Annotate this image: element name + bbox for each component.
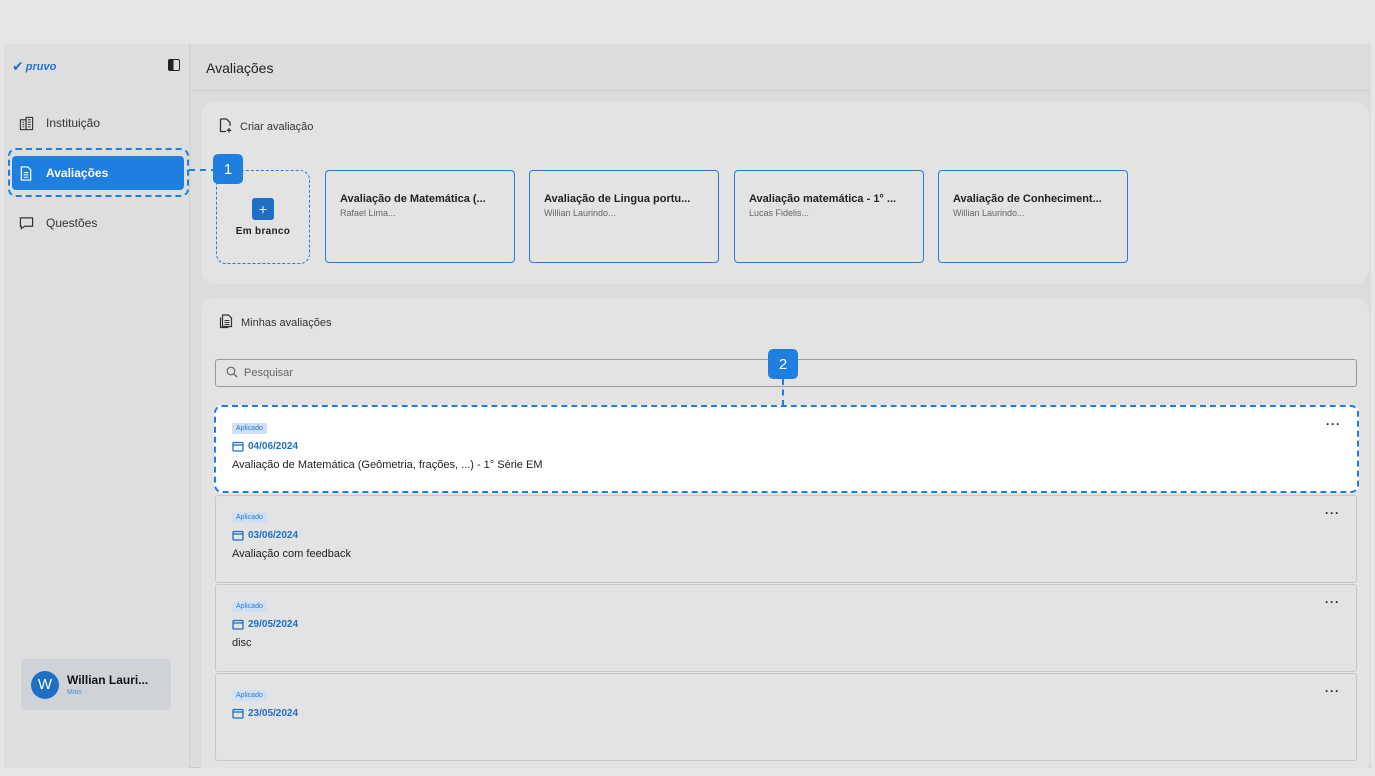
row-title: disc [232,637,252,649]
status-badge: Aplicado [232,512,267,523]
row-title: Avaliação com feedback [232,548,352,560]
more-options-icon[interactable]: ··· [1325,684,1340,698]
app-window: ✔ pruvo Instituição Avaliações Questões … [4,44,1371,768]
annotation-marker-2: 2 [768,349,798,379]
status-badge: Aplicado [232,423,267,434]
create-header-label: Criar avaliação [240,121,314,133]
page-title: Avaliações [206,60,274,76]
logo-text: pruvo [25,60,57,73]
template-card[interactable]: Avaliação matemática - 1° ... Lucas Fide… [734,170,924,263]
more-options-icon[interactable]: ··· [1325,595,1340,609]
row-date: 29/05/2024 [232,619,1340,630]
row-title: Avaliação de Matemática (Geômetria, fraç… [232,459,543,471]
annotation-marker-1: 1 [213,154,243,184]
evaluation-row[interactable]: Aplicado 03/06/2024 Avaliação com feedba… [215,495,1357,583]
documents-icon [219,314,233,332]
template-author: Willian Laurindo... [544,208,616,218]
highlight-outline-1 [8,148,189,197]
template-author: Willian Laurindo... [953,208,1025,218]
template-card[interactable]: Avaliação de Lingua portu... Willian Lau… [529,170,719,263]
my-evaluations-label: Minhas avaliações [241,317,332,329]
row-date-text: 29/05/2024 [248,619,299,630]
user-card[interactable]: W Willian Lauri... Mais [21,659,171,710]
search-icon [226,366,238,381]
plus-icon: + [252,197,274,220]
create-header: Criar avaliação [219,118,313,136]
blank-template-card[interactable]: + Em branco [216,170,310,264]
search-placeholder: Pesquisar [244,367,293,379]
more-options-icon[interactable]: ··· [1326,417,1341,431]
sidebar-item-instituicao[interactable]: Instituição [12,106,184,140]
template-title: Avaliação matemática - 1° ... [749,193,897,205]
sidebar-item-label: Instituição [46,116,101,130]
status-badge: Aplicado [232,601,267,612]
row-date-text: 04/06/2024 [248,441,299,452]
more-options-icon[interactable]: ··· [1325,506,1340,520]
evaluation-row[interactable]: Aplicado 04/06/2024 Avaliação de Matemát… [214,405,1359,493]
sidebar: ✔ pruvo Instituição Avaliações Questões … [4,44,190,768]
row-date-text: 23/05/2024 [248,708,299,719]
template-title: Avaliação de Lingua portu... [544,193,691,205]
template-author: Lucas Fidelis... [749,208,810,218]
sidebar-item-questoes[interactable]: Questões [12,206,184,240]
check-logo-icon: ✔ [12,58,24,74]
create-panel: Criar avaliação + Em branco Avaliação de… [201,102,1369,284]
avatar: W [31,670,59,699]
file-plus-icon [219,118,232,136]
template-card[interactable]: Avaliação de Matemática (... Rafael Lima… [325,170,515,263]
row-date: 04/06/2024 [232,441,1341,452]
row-date-text: 03/06/2024 [248,530,299,541]
template-author: Rafael Lima... [340,208,396,218]
evaluation-row[interactable]: Aplicado 29/05/2024 disc ··· [215,584,1357,672]
sidebar-collapse-icon[interactable] [168,59,180,71]
row-date: 03/06/2024 [232,530,1340,541]
template-card[interactable]: Avaliação de Conheciment... Willian Laur… [938,170,1128,263]
evaluation-row[interactable]: Aplicado 23/05/2024 ··· [215,673,1357,761]
user-name: Willian Lauri... [67,673,149,687]
my-evaluations-header: Minhas avaliações [219,314,332,332]
calendar-icon [232,708,244,719]
logo[interactable]: ✔ pruvo [12,58,56,75]
chat-icon [18,215,34,231]
template-title: Avaliação de Matemática (... [340,193,486,205]
user-more-link[interactable]: Mais [67,689,148,696]
row-date: 23/05/2024 [232,708,1340,719]
blank-label: Em branco [235,225,291,237]
calendar-icon [232,619,244,630]
sidebar-item-label: Questões [46,216,98,230]
building-icon [18,115,34,131]
annotation-connector-2 [782,379,784,406]
status-badge: Aplicado [232,690,267,701]
template-title: Avaliação de Conheciment... [953,193,1102,205]
calendar-icon [232,530,244,541]
top-bar: Avaliações [191,44,1371,91]
calendar-icon [232,441,244,452]
